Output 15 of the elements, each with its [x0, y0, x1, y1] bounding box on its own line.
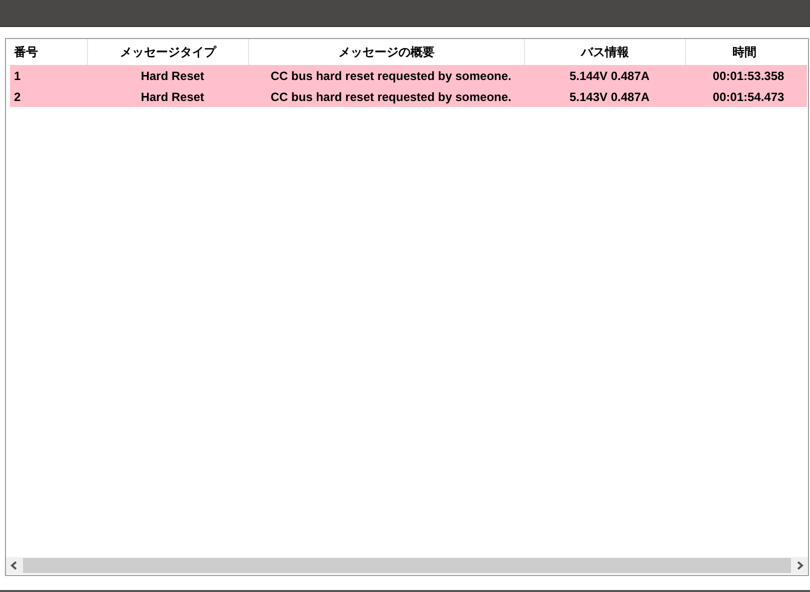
table-cell-text: 2	[13, 88, 22, 106]
table-row[interactable]: 1 Hard Reset CC bus hard reset requested by someone. 5.144V 0.487A 00:01:53.358	[10, 65, 807, 86]
table-cell-text: Hard Reset	[140, 68, 206, 84]
table-cell-text: CC bus hard reset requested by someone.	[270, 88, 512, 106]
horizontal-scrollbar[interactable]	[6, 557, 808, 574]
column-header[interactable]: 時間	[686, 39, 803, 65]
table-row[interactable]: 2 Hard Reset CC bus hard reset requested by someone. 5.143V 0.487A 00:01:54.473	[10, 86, 807, 107]
scrollbar-thumb[interactable]	[23, 558, 791, 573]
table-cell-text: Hard Reset	[140, 88, 206, 106]
table-cell-text: 00:01:54.473	[712, 88, 786, 106]
table-cell-text: 5.143V 0.487A	[568, 88, 651, 106]
table-cell-text: 1	[13, 68, 22, 84]
table-cell-text: CC bus hard reset requested by someone.	[270, 68, 512, 84]
table-cell-text: 00:01:53.358	[712, 68, 786, 84]
table-cell-text: 5.144V 0.487A	[568, 68, 651, 84]
